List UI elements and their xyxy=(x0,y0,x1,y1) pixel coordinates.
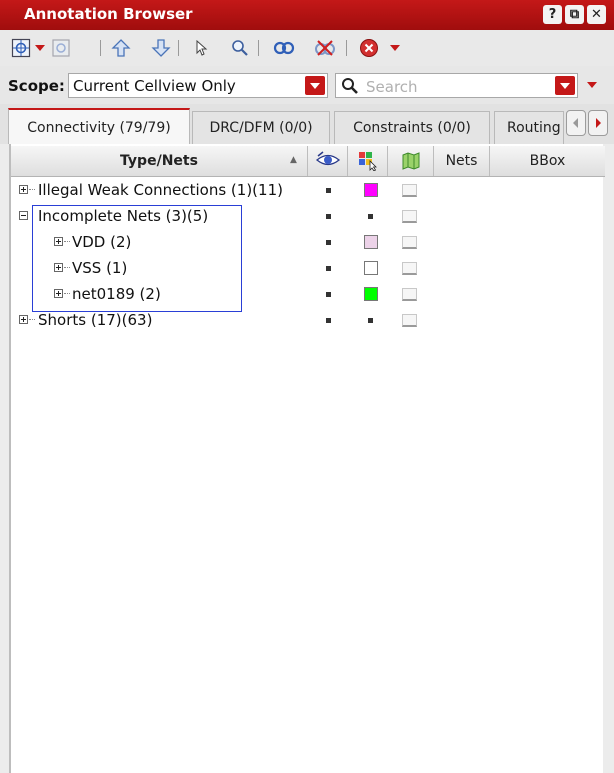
annotation-table: Type/Nets ▲ Nets BBox Illegal Weak Conne… xyxy=(9,144,605,773)
map-checkbox[interactable] xyxy=(402,262,417,275)
tree-connector xyxy=(64,241,70,243)
window-controls: ? ⧉ ✕ xyxy=(543,5,606,24)
tab-routing[interactable]: Routing xyxy=(494,111,564,144)
column-header-map[interactable] xyxy=(388,146,434,176)
tree-connector xyxy=(64,267,70,269)
search-input[interactable] xyxy=(364,76,548,97)
pointer-icon[interactable] xyxy=(192,36,210,60)
tree-connector xyxy=(64,293,70,295)
toolbar-separator xyxy=(100,40,101,56)
map-checkbox[interactable] xyxy=(402,184,417,197)
visibility-toggle[interactable] xyxy=(326,214,331,219)
map-checkbox[interactable] xyxy=(402,236,417,249)
help-button[interactable]: ? xyxy=(543,5,562,24)
eye-icon xyxy=(315,151,340,166)
down-arrow-icon[interactable] xyxy=(150,36,172,60)
zoom-area-icon[interactable] xyxy=(50,36,72,60)
table-row[interactable]: VSS (1) xyxy=(11,256,605,282)
toolbar-separator xyxy=(258,40,259,56)
table-row[interactable]: net0189 (2) xyxy=(11,282,605,308)
row-label: Shorts (17)(63) xyxy=(38,311,153,329)
color-swatch[interactable] xyxy=(364,183,378,197)
map-checkbox[interactable] xyxy=(402,314,417,327)
row-label: VDD (2) xyxy=(72,233,132,251)
up-arrow-icon[interactable] xyxy=(110,36,132,60)
dropdown-arrow-icon[interactable] xyxy=(388,36,402,60)
table-row[interactable]: Shorts (17)(63) xyxy=(11,308,605,334)
column-header-nets[interactable]: Nets xyxy=(434,146,490,176)
map-checkbox[interactable] xyxy=(402,288,417,301)
color-swatch[interactable] xyxy=(364,287,378,301)
row-label: Illegal Weak Connections (1)(11) xyxy=(38,181,283,199)
column-header-visibility[interactable] xyxy=(308,146,348,176)
sort-ascending-icon: ▲ xyxy=(290,155,297,165)
search-box[interactable] xyxy=(335,73,578,98)
float-button[interactable]: ⧉ xyxy=(565,5,584,24)
scope-row: Scope: Current Cellview Only xyxy=(0,66,614,104)
title-bar: Annotation Browser ? ⧉ ✕ xyxy=(0,0,614,30)
table-row[interactable]: Illegal Weak Connections (1)(11) xyxy=(11,178,605,204)
row-label: net0189 (2) xyxy=(72,285,161,303)
collapse-icon[interactable] xyxy=(19,211,28,220)
table-header: Type/Nets ▲ Nets BBox xyxy=(11,146,605,177)
expand-icon[interactable] xyxy=(19,185,28,194)
expand-icon[interactable] xyxy=(54,237,63,246)
remove-probe-icon[interactable] xyxy=(312,36,338,60)
tree-connector xyxy=(29,189,35,191)
search-icon xyxy=(342,78,358,94)
tree-connector xyxy=(29,319,35,321)
tab-bar: Connectivity (79/79) DRC/DFM (0/0) Const… xyxy=(0,104,614,144)
window-title: Annotation Browser xyxy=(24,5,193,23)
row-label: VSS (1) xyxy=(72,259,128,277)
stop-icon[interactable] xyxy=(358,36,380,60)
column-header-type-nets[interactable]: Type/Nets ▲ xyxy=(11,146,308,176)
map-checkbox[interactable] xyxy=(402,210,417,223)
visibility-toggle[interactable] xyxy=(326,188,331,193)
color-select-icon xyxy=(358,152,377,172)
toolbar-separator xyxy=(346,40,347,56)
dropdown-arrow-icon[interactable] xyxy=(587,82,597,88)
column-header-bbox[interactable]: BBox xyxy=(490,146,605,176)
expand-icon[interactable] xyxy=(54,289,63,298)
row-label: Incomplete Nets (3)(5) xyxy=(38,207,209,225)
chevron-down-icon[interactable] xyxy=(305,76,325,95)
color-swatch[interactable] xyxy=(364,235,378,249)
expand-icon[interactable] xyxy=(19,315,28,324)
tab-scroll-right-icon[interactable] xyxy=(588,110,608,136)
scope-select[interactable]: Current Cellview Only xyxy=(68,73,328,98)
visibility-toggle[interactable] xyxy=(326,266,331,271)
column-header-label: Type/Nets xyxy=(120,153,198,169)
color-swatch[interactable] xyxy=(364,261,378,275)
visibility-toggle[interactable] xyxy=(326,240,331,245)
expand-icon[interactable] xyxy=(54,263,63,272)
close-button[interactable]: ✕ xyxy=(587,5,606,24)
scope-value: Current Cellview Only xyxy=(73,77,236,95)
visibility-toggle[interactable] xyxy=(326,292,331,297)
tab-drc-dfm[interactable]: DRC/DFM (0/0) xyxy=(192,111,330,144)
annotation-browser-window: Annotation Browser ? ⧉ ✕ Scope: Current … xyxy=(0,0,614,773)
map-icon xyxy=(402,152,419,170)
scope-label: Scope: xyxy=(8,77,65,95)
tab-constraints[interactable]: Constraints (0/0) xyxy=(334,111,490,144)
dropdown-arrow-icon[interactable] xyxy=(34,36,46,60)
table-row[interactable]: Incomplete Nets (3)(5) xyxy=(11,204,605,230)
color-toggle[interactable] xyxy=(368,318,373,323)
column-header-color[interactable] xyxy=(348,146,388,176)
color-toggle[interactable] xyxy=(368,214,373,219)
fit-select-icon[interactable] xyxy=(10,36,32,60)
probe-icon[interactable] xyxy=(272,36,296,60)
toolbar-separator xyxy=(178,40,179,56)
visibility-toggle[interactable] xyxy=(326,318,331,323)
table-row[interactable]: VDD (2) xyxy=(11,230,605,256)
magnifier-icon[interactable] xyxy=(230,36,250,60)
toolbar xyxy=(0,30,614,67)
chevron-down-icon[interactable] xyxy=(555,76,575,95)
tab-scroll-left-icon[interactable] xyxy=(566,110,586,136)
tab-connectivity[interactable]: Connectivity (79/79) xyxy=(8,108,190,144)
